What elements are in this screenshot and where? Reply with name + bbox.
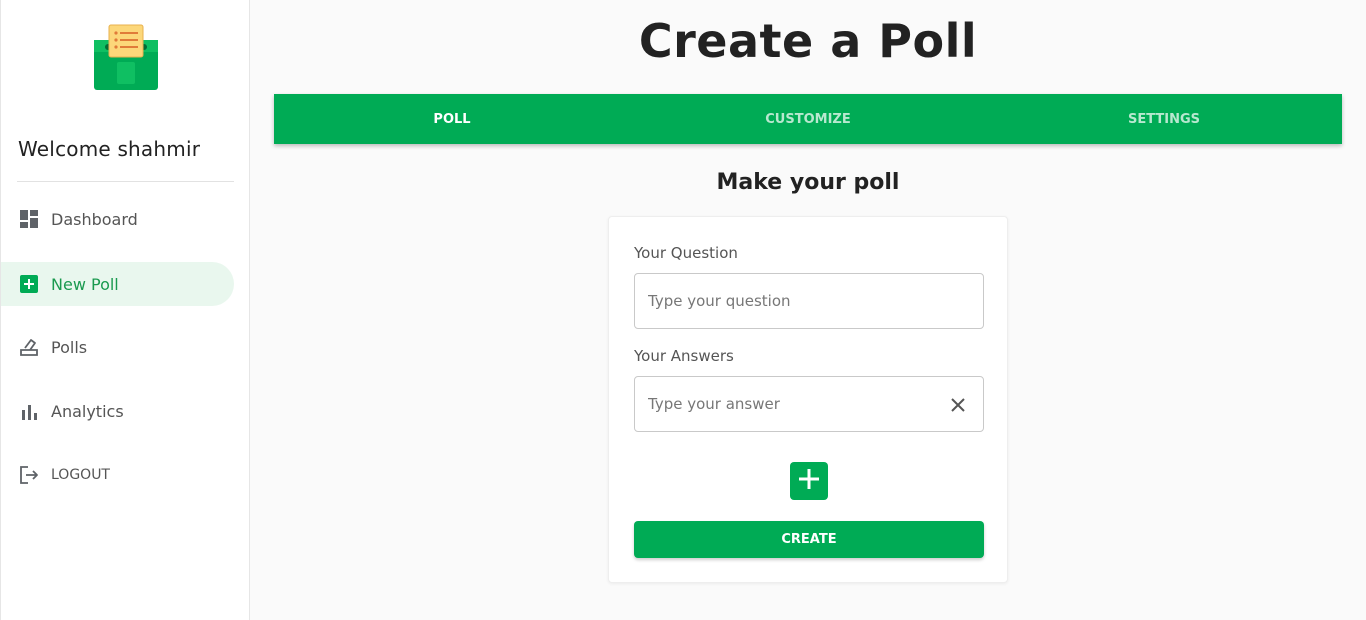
sidebar-item-label: Analytics [51, 401, 124, 421]
add-box-icon [19, 274, 39, 294]
create-button[interactable]: CREATE [634, 521, 984, 558]
answers-label: Your Answers [634, 347, 734, 365]
close-icon[interactable] [949, 396, 967, 414]
dashboard-icon [19, 209, 39, 229]
ballot-icon [19, 337, 39, 357]
question-label: Your Question [634, 244, 738, 262]
sidebar-item-label: New Poll [51, 274, 119, 294]
answer-input[interactable] [635, 377, 925, 431]
add-answer-button[interactable] [790, 462, 828, 500]
tab-settings[interactable]: SETTINGS [986, 94, 1342, 144]
tab-poll[interactable]: POLL [274, 94, 630, 144]
sidebar-item-logout[interactable]: LOGOUT [1, 453, 234, 497]
poll-form-card: Your Question Your Answers CREATE [608, 216, 1008, 583]
sidebar-item-label: Dashboard [51, 209, 138, 229]
welcome-text: Welcome shahmir [18, 137, 201, 161]
bar-chart-icon [19, 401, 39, 421]
answer-field-wrapper [634, 376, 984, 432]
section-title: Make your poll [716, 170, 900, 195]
sidebar: Welcome shahmir Dashboard New Poll Polls… [0, 0, 250, 620]
plus-icon [798, 468, 820, 494]
logout-icon [19, 465, 39, 485]
question-input[interactable] [635, 274, 925, 328]
sidebar-item-dashboard[interactable]: Dashboard [1, 197, 234, 241]
sidebar-item-label: LOGOUT [51, 467, 110, 483]
sidebar-item-polls[interactable]: Polls [1, 325, 234, 369]
tab-customize[interactable]: CUSTOMIZE [630, 94, 986, 144]
tab-bar: POLL CUSTOMIZE SETTINGS [274, 94, 1342, 144]
sidebar-divider [17, 181, 234, 182]
sidebar-item-new-poll[interactable]: New Poll [1, 262, 234, 306]
sidebar-item-analytics[interactable]: Analytics [1, 389, 234, 433]
question-field-wrapper [634, 273, 984, 329]
app-logo[interactable] [93, 24, 159, 92]
page-title: Create a Poll [638, 14, 978, 68]
sidebar-item-label: Polls [51, 337, 88, 357]
